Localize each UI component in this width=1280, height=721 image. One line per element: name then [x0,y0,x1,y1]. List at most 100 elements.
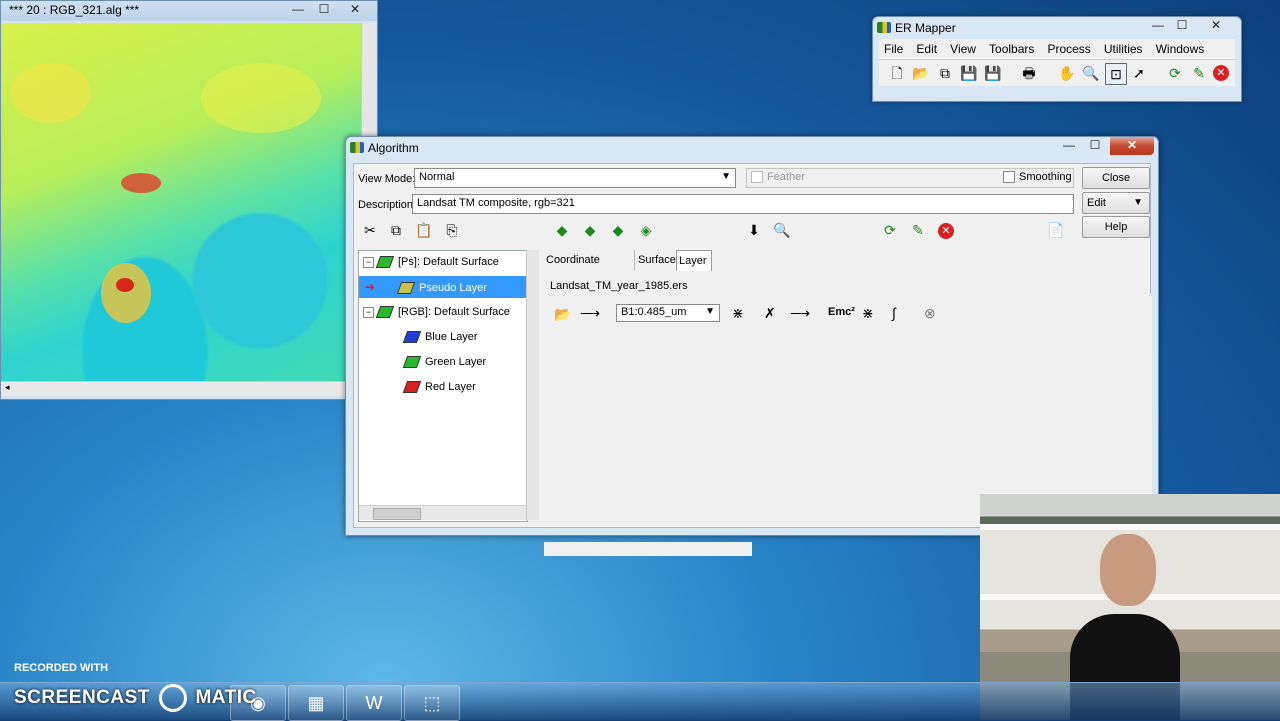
maximize-icon[interactable]: ☐ [311,1,337,19]
dataset-name: Landsat_TM_year_1985.ers [550,280,688,292]
taskbar-snipping-icon[interactable]: ⬚ [404,685,460,721]
description-input[interactable]: Landsat TM composite, rgb=321 [412,194,1074,214]
save-icon[interactable]: 💾 [959,63,979,83]
hand-icon[interactable]: ✋ [1057,63,1077,83]
formula-icon[interactable]: Emc² [828,306,855,318]
close-icon[interactable]: ✕ [1201,17,1231,35]
tab-surface[interactable]: Surface [636,250,679,270]
edit-formula-icon[interactable]: ✎ [1189,63,1209,83]
minimize-icon[interactable]: — [285,1,311,19]
tab-layer[interactable]: Layer [676,250,712,271]
arrow-right-icon: ⟶ [790,305,811,321]
image-horizontal-scrollbar[interactable]: ◂ [1,381,361,396]
transform-icon[interactable]: ⋇ [862,305,874,322]
duplicate-icon[interactable]: ⎘ [442,220,462,240]
tab-coordinate-system[interactable]: Coordinate System [544,250,635,286]
arrow-right-icon: ➜ [365,280,376,294]
edit-formula-icon[interactable]: ✎ [908,220,928,240]
menu-utilities[interactable]: Utilities [1099,39,1148,56]
algorithm-window[interactable]: Algorithm — ☐ ✕ View Mode: Normal ▼ Feat… [345,136,1159,556]
save-as-icon[interactable]: 💾 [983,63,1003,83]
help-button[interactable]: Help [1082,216,1150,238]
taskbar-ermapper-icon[interactable]: ▦ [288,685,344,721]
menu-edit[interactable]: Edit [911,39,942,56]
raster-image-view[interactable] [1,23,361,381]
tree-node-pseudo-layer[interactable]: ➜ Pseudo Layer [359,276,527,298]
ermapper-title: ER Mapper [895,21,956,35]
band-select[interactable]: B1:0.485_um ▼ [616,304,720,322]
tree-vertical-scrollbar[interactable] [526,250,539,520]
tree-node-rgb-surface[interactable]: − [RGB]: Default Surface [363,301,527,323]
view-mode-value: Normal [419,171,455,183]
refresh-icon[interactable]: ⟳ [1165,63,1185,83]
minimize-icon[interactable]: — [1145,17,1171,35]
shelf [980,524,1280,530]
transform-icon[interactable]: ⋇ [732,305,744,322]
ermapper-window[interactable]: ER Mapper — ☐ ✕ File Edit View Toolbars … [872,16,1242,102]
tree-horizontal-scrollbar[interactable] [359,505,527,520]
open-folder-icon[interactable]: 📂 [554,306,571,323]
ermapper-titlebar[interactable]: ER Mapper — ☐ ✕ [873,17,1241,39]
tree-node-blue-layer[interactable]: Blue Layer [402,326,478,348]
paste-icon[interactable]: 📋 [414,220,434,240]
move-layer-up-icon[interactable]: ◆ [580,220,600,240]
raster-hotspot [101,263,151,323]
ermapper-app-icon [877,22,891,33]
edit-menu-button[interactable]: Edit ▼ [1082,192,1150,214]
close-icon[interactable]: ✕ [1110,137,1154,155]
filter-icon[interactable]: ✗ [764,305,776,322]
stop-icon[interactable]: ✕ [938,223,954,239]
menu-process[interactable]: Process [1042,39,1095,56]
image-window[interactable]: *** 20 : RGB_321.alg *** — ☐ ✕ ◂ [0,0,378,400]
stop-icon[interactable]: ✕ [1213,65,1229,81]
image-window-titlebar[interactable]: *** 20 : RGB_321.alg *** — ☐ ✕ [1,1,377,21]
pane-vertical-scrollbar[interactable] [1142,294,1152,520]
menu-view[interactable]: View [945,39,981,56]
maximize-icon[interactable]: ☐ [1082,137,1108,155]
close-icon[interactable]: ✕ [341,1,369,19]
curve-icon[interactable]: ∫ [892,305,896,321]
print-icon[interactable]: 🖶 [1019,63,1039,83]
open-icon[interactable]: 📂 [911,63,931,83]
zoom-box-icon[interactable]: ⊡ [1105,63,1127,85]
close-button[interactable]: Close [1082,167,1150,189]
copy-window-icon[interactable]: ⧉ [935,63,955,83]
smoothing-control[interactable]: Smoothing [1003,171,1072,184]
algorithm-titlebar[interactable]: Algorithm — ☐ ✕ [346,137,1158,159]
copy-icon[interactable]: ⧉ [386,220,406,240]
menu-file[interactable]: File [879,39,908,56]
feather-checkbox-area[interactable]: Feather Smoothing [746,168,1074,188]
minimize-icon[interactable]: — [1056,137,1082,155]
tree-node-ps-surface[interactable]: − [Ps]: Default Surface [363,251,527,273]
ermapper-menubar: File Edit View Toolbars Process Utilitie… [879,39,1235,73]
pane-horizontal-scrollbar[interactable] [544,542,752,556]
move-layer-down-icon[interactable]: ◆ [608,220,628,240]
collapse-icon[interactable]: − [363,256,374,268]
load-dataset-icon[interactable]: ⬇ [744,220,764,240]
pointer-icon[interactable]: ➚ [1129,63,1149,83]
refresh-icon[interactable]: ⟳ [880,220,900,240]
zoom-icon[interactable]: 🔍 [1081,63,1101,83]
add-layer-icon[interactable]: ◆ [552,220,572,240]
menu-windows[interactable]: Windows [1151,39,1210,56]
screencast-circle-icon [158,684,187,712]
scroll-thumb[interactable] [373,508,421,520]
recorded-with-label: RECORDED WITH [14,662,109,674]
collapse-icon[interactable]: − [363,306,374,318]
cut-icon[interactable]: ✂ [360,220,380,240]
disabled-transform-icon[interactable]: ⊗ [924,305,936,322]
layer-stack-icon[interactable]: ◈ [636,220,656,240]
clipboard-icon[interactable]: 📄 [1046,220,1066,240]
taskbar-word-icon[interactable]: W [346,685,402,721]
menu-toolbars[interactable]: Toolbars [984,39,1039,56]
new-icon[interactable]: 🗋 [887,63,907,83]
zoom-to-dataset-icon[interactable]: 🔍 [772,220,792,240]
tree-node-green-layer[interactable]: Green Layer [402,351,486,373]
feather-checkbox[interactable] [751,171,763,184]
smoothing-checkbox[interactable] [1003,171,1015,184]
scroll-left-icon[interactable]: ◂ [5,382,10,393]
maximize-icon[interactable]: ☐ [1169,17,1195,35]
tree-node-red-layer[interactable]: Red Layer [402,376,476,398]
layer-tree[interactable]: − [Ps]: Default Surface ➜ Pseudo Layer − [R… [358,250,528,522]
view-mode-select[interactable]: Normal ▼ [414,168,736,188]
